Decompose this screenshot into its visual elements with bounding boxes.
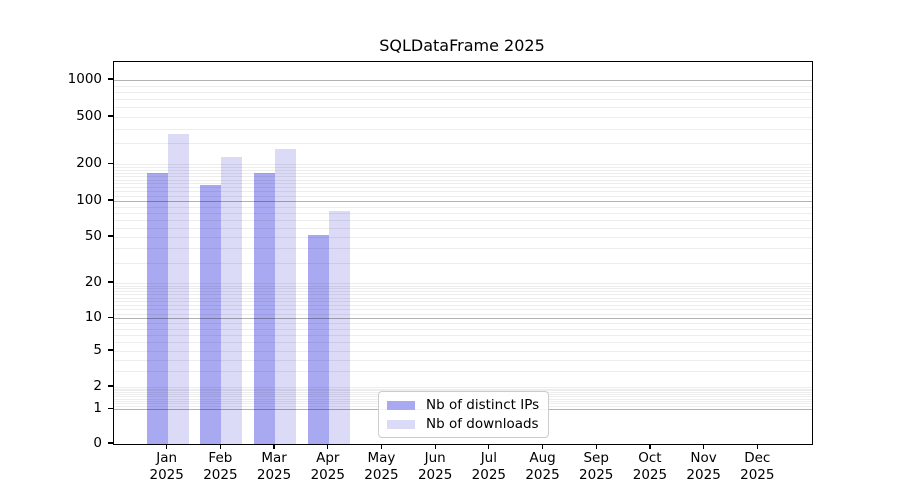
x-tick-mark xyxy=(435,444,436,449)
minor-gridline xyxy=(114,213,812,214)
minor-gridline xyxy=(114,301,812,302)
minor-gridline xyxy=(114,196,812,197)
y-tick-label: 10 xyxy=(0,309,102,325)
minor-gridline xyxy=(114,283,812,284)
minor-gridline xyxy=(114,207,812,208)
x-tick-mark xyxy=(327,444,328,449)
minor-gridline xyxy=(114,291,812,292)
minor-gridline xyxy=(114,86,812,87)
x-tick-mark xyxy=(381,444,382,449)
minor-gridline xyxy=(114,129,812,130)
y-tick-mark xyxy=(108,349,113,350)
y-tick-label: 500 xyxy=(0,108,102,124)
minor-gridline xyxy=(114,170,812,171)
minor-gridline xyxy=(114,187,812,188)
x-tick-mark xyxy=(596,444,597,449)
y-tick-label: 50 xyxy=(0,228,102,244)
x-tick-mark xyxy=(757,444,758,449)
legend-label-downloads: Nb of downloads xyxy=(426,416,539,432)
y-tick-label: 2 xyxy=(0,378,102,394)
y-tick-mark xyxy=(108,115,113,116)
minor-gridline xyxy=(114,167,812,168)
legend-swatch-distinct-ips xyxy=(387,401,415,410)
y-tick-mark xyxy=(108,408,113,409)
y-tick-mark xyxy=(108,317,113,318)
minor-gridline xyxy=(114,248,812,249)
x-tick-mark xyxy=(220,444,221,449)
minor-gridline xyxy=(114,387,812,388)
y-tick-mark xyxy=(108,385,113,386)
minor-gridline xyxy=(114,180,812,181)
x-tick-mark xyxy=(488,444,489,449)
minor-gridline xyxy=(114,143,812,144)
minor-gridline xyxy=(114,389,812,390)
x-tick-mark xyxy=(166,444,167,449)
minor-gridline xyxy=(114,237,812,238)
minor-gridline xyxy=(114,351,812,352)
y-tick-label: 200 xyxy=(0,155,102,171)
legend-label-distinct-ips: Nb of distinct IPs xyxy=(426,397,539,413)
minor-gridline xyxy=(114,176,812,177)
minor-gridline xyxy=(114,305,812,306)
minor-gridline xyxy=(114,360,812,361)
minor-gridline xyxy=(114,298,812,299)
chart-title: SQLDataFrame 2025 xyxy=(113,36,811,55)
minor-gridline xyxy=(114,323,812,324)
bar-nb-of-distinct-ips-feb-2025 xyxy=(200,185,221,444)
major-gridline xyxy=(114,80,812,81)
y-tick-mark xyxy=(108,442,113,443)
minor-gridline xyxy=(114,99,812,100)
minor-gridline xyxy=(114,288,812,289)
x-tick-mark xyxy=(273,444,274,449)
minor-gridline xyxy=(114,228,812,229)
minor-gridline xyxy=(114,117,812,118)
minor-gridline xyxy=(114,263,812,264)
major-gridline xyxy=(114,318,812,319)
minor-gridline xyxy=(114,314,812,315)
y-tick-mark xyxy=(108,235,113,236)
plot-area xyxy=(113,61,813,445)
legend-item-downloads: Nb of downloads xyxy=(387,416,539,432)
minor-gridline xyxy=(114,173,812,174)
y-tick-mark xyxy=(108,163,113,164)
x-tick-mark xyxy=(649,444,650,449)
y-tick-label: 1 xyxy=(0,400,102,416)
bar-nb-of-distinct-ips-apr-2025 xyxy=(308,235,329,444)
figure: SQLDataFrame 2025 0 1 2 5 10 20 50 100 200 500 100… xyxy=(0,0,900,500)
minor-gridline xyxy=(114,309,812,310)
x-tick-mark xyxy=(542,444,543,449)
y-tick-label: 1000 xyxy=(0,71,102,87)
legend: Nb of distinct IPs Nb of downloads xyxy=(378,391,549,438)
y-tick-label: 0 xyxy=(0,435,102,451)
legend-swatch-downloads xyxy=(387,420,415,429)
minor-gridline xyxy=(114,329,812,330)
major-gridline xyxy=(114,201,812,202)
minor-gridline xyxy=(114,371,812,372)
minor-gridline xyxy=(114,107,812,108)
y-tick-label: 20 xyxy=(0,274,102,290)
minor-gridline xyxy=(114,294,812,295)
y-tick-mark xyxy=(108,281,113,282)
y-tick-label: 100 xyxy=(0,192,102,208)
legend-item-distinct-ips: Nb of distinct IPs xyxy=(387,397,539,413)
minor-gridline xyxy=(114,92,812,93)
minor-gridline xyxy=(114,191,812,192)
bar-nb-of-downloads-mar-2025 xyxy=(275,149,296,444)
minor-gridline xyxy=(114,164,812,165)
minor-gridline xyxy=(114,286,812,287)
x-tick-mark xyxy=(703,444,704,449)
minor-gridline xyxy=(114,183,812,184)
x-tick-label-dec-2025: Dec2025 xyxy=(721,450,793,484)
minor-gridline xyxy=(114,335,812,336)
minor-gridline xyxy=(114,220,812,221)
y-tick-mark xyxy=(108,199,113,200)
minor-gridline xyxy=(114,342,812,343)
y-tick-label: 5 xyxy=(0,342,102,358)
y-tick-mark xyxy=(108,78,113,79)
